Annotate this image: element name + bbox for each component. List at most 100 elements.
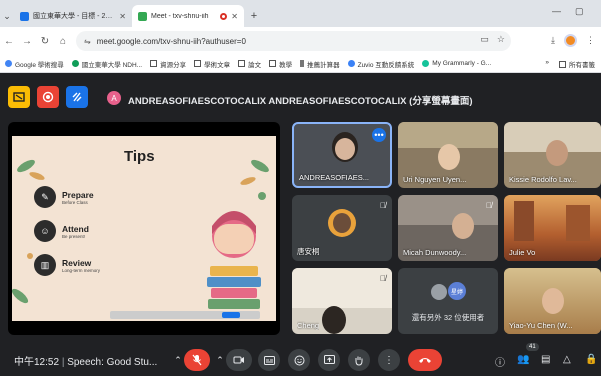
other-participant-avatar: 星婷 <box>448 282 466 300</box>
folder-icon <box>269 60 277 67</box>
bookmark-icon <box>71 60 79 67</box>
camera-button[interactable] <box>226 349 252 371</box>
close-tab-icon[interactable]: ✕ <box>119 12 126 21</box>
all-bookmarks[interactable]: 所有書籤 <box>559 59 595 69</box>
others-count-label: 還有另外 32 位使用者 <box>411 313 485 322</box>
bookmark-item[interactable]: 國立東華大學 NDH... <box>71 59 142 69</box>
bookmark-item[interactable]: My Grammarly - G... <box>422 60 491 67</box>
other-participant-avatar <box>431 284 447 300</box>
slides-icon <box>13 92 25 102</box>
participant-video <box>398 195 498 225</box>
recording-button[interactable] <box>37 86 59 108</box>
participant-face <box>438 144 460 170</box>
more-vert-icon: ⋮ <box>384 354 394 366</box>
captions-button[interactable] <box>258 349 280 371</box>
bookmark-item[interactable]: 論文 <box>238 59 261 69</box>
participant-tile[interactable]: Uri Nguyen Uyen... <box>398 122 498 188</box>
more-bookmarks-icon[interactable]: » <box>545 59 549 69</box>
captions-icon <box>263 355 275 365</box>
participant-tile[interactable]: Julie Vo <box>504 195 601 261</box>
audio-options-chevron[interactable]: ⌃ <box>172 349 184 371</box>
mic-off-icon: 🎙̸ <box>380 201 386 210</box>
download-icon[interactable]: ⤓ <box>551 35 555 46</box>
minimize-icon[interactable]: — <box>552 6 561 16</box>
activities-icon <box>72 92 82 102</box>
cast-icon[interactable]: ▭ <box>480 34 489 45</box>
microphone-button[interactable] <box>184 349 210 371</box>
menu-icon[interactable]: ⋮ <box>586 35 595 46</box>
participant-face <box>322 306 346 334</box>
restore-icon[interactable]: ▢ <box>575 6 584 17</box>
activities-button[interactable] <box>66 86 88 108</box>
folder-icon <box>150 60 158 67</box>
people-icon[interactable]: 👥 <box>517 354 529 365</box>
mic-off-icon: 🎙̸ <box>380 274 386 283</box>
reactions-button[interactable] <box>288 349 310 371</box>
slide-title: Tips <box>124 148 155 165</box>
meet-header: A ANDREASOFIAESCOTOCALIX ANDREASOFIAESCO… <box>0 73 601 121</box>
bookmark-item[interactable]: 教學 <box>269 59 292 69</box>
bookmark-item[interactable]: Zuvio 互動反饋系統 <box>347 59 414 69</box>
site-info-icon[interactable]: ⇋ <box>84 37 91 46</box>
tab-search-icon[interactable]: ⌄ <box>0 5 14 27</box>
raise-hand-button[interactable] <box>348 349 370 371</box>
folder-icon <box>238 60 246 67</box>
address-bar: ← → ↻ ⌂ ⇋ meet.google.com/txv-shnu-iih?a… <box>0 27 601 55</box>
close-tab-icon[interactable]: ✕ <box>231 12 238 21</box>
video-options-chevron[interactable]: ⌃ <box>214 349 226 371</box>
calculator-icon <box>300 60 305 67</box>
new-tab-button[interactable]: + <box>244 5 264 27</box>
participant-tile[interactable]: 🎙̸ Cheng <box>292 268 392 334</box>
zuvio-icon <box>347 60 355 67</box>
reload-icon[interactable]: ↻ <box>36 36 54 47</box>
grammarly-icon <box>422 60 430 67</box>
folder-icon <box>194 60 202 67</box>
leave-call-button[interactable] <box>408 349 442 371</box>
profile-avatar[interactable] <box>564 34 577 47</box>
bookmark-star-icon[interactable]: ☆ <box>497 34 505 45</box>
presentation-stage[interactable]: Tips ✎ Prepare Before Class ☺ Attend Be … <box>8 122 280 335</box>
participant-tile[interactable]: ••• ANDREASOFIAES... <box>292 122 392 188</box>
more-options-button[interactable]: ⋮ <box>378 349 400 371</box>
presentation-toggle-button[interactable] <box>8 86 30 108</box>
books-icon: ▥ <box>34 254 56 276</box>
present-button[interactable] <box>318 349 340 371</box>
mic-off-icon: 🎙̸ <box>486 201 492 210</box>
participant-tile[interactable]: Yiao-Yu Chen (W... <box>504 268 601 334</box>
mic-off-icon <box>192 354 202 366</box>
record-icon <box>42 91 54 103</box>
home-icon[interactable]: ⌂ <box>54 36 72 47</box>
forward-icon[interactable]: → <box>18 36 36 47</box>
participant-tile[interactable]: 🎙̸ 唐安桐 <box>292 195 392 261</box>
back-icon[interactable]: ← <box>0 36 18 47</box>
browser-tab-active[interactable]: Meet - txv-shnu-iih ✕ <box>132 5 244 27</box>
calendar-favicon-icon <box>20 11 29 21</box>
participant-face <box>542 288 564 314</box>
meeting-info-icon[interactable]: ⓘ <box>495 354 505 369</box>
hang-up-icon <box>419 358 431 363</box>
bookmark-item[interactable]: Google 學術搜尋 <box>5 59 64 69</box>
more-options-icon[interactable]: ••• <box>372 128 386 142</box>
bookmark-item[interactable]: 學術文章 <box>194 59 230 69</box>
pencil-icon: ✎ <box>34 186 56 208</box>
bookmark-item[interactable]: 資源分享 <box>150 59 186 69</box>
meet-favicon-icon <box>138 11 147 21</box>
participant-tile[interactable]: Kissie Rodolfo Lav... <box>504 122 601 188</box>
others-tile[interactable]: 星婷 還有另外 32 位使用者 <box>398 268 498 334</box>
host-controls-icon[interactable]: 🔒 <box>585 354 597 365</box>
bookmark-item[interactable]: 推薦計算器 <box>300 59 340 69</box>
browser-tab-bar: ⌄ 國立東華大學 - 目標 - 2024年... ✕ Meet - txv-sh… <box>0 0 601 27</box>
browser-tab[interactable]: 國立東華大學 - 目標 - 2024年... ✕ <box>14 5 132 27</box>
url-input[interactable]: ⇋ meet.google.com/txv-shnu-iih?authuser=… <box>76 31 511 51</box>
participant-face <box>546 140 568 166</box>
slide-item-review: ▥ Review Long-term memory <box>34 254 100 276</box>
participant-avatar-face <box>333 213 351 233</box>
participant-tile[interactable]: 🎙̸ Micah Dunwoody... <box>398 195 498 261</box>
bookmarks-bar: Google 學術搜尋 國立東華大學 NDH... 資源分享 學術文章 論文 教… <box>0 55 601 73</box>
chat-icon[interactable]: ▤ <box>541 354 550 365</box>
participant-face <box>335 138 355 160</box>
presenter-label: ANDREASOFIAESCOTOCALIX ANDREASOFIAESCOTO… <box>128 96 473 107</box>
stop-sharing-button <box>222 312 240 318</box>
activities-shapes-icon[interactable]: △ <box>563 354 571 365</box>
emoji-icon <box>294 355 304 365</box>
